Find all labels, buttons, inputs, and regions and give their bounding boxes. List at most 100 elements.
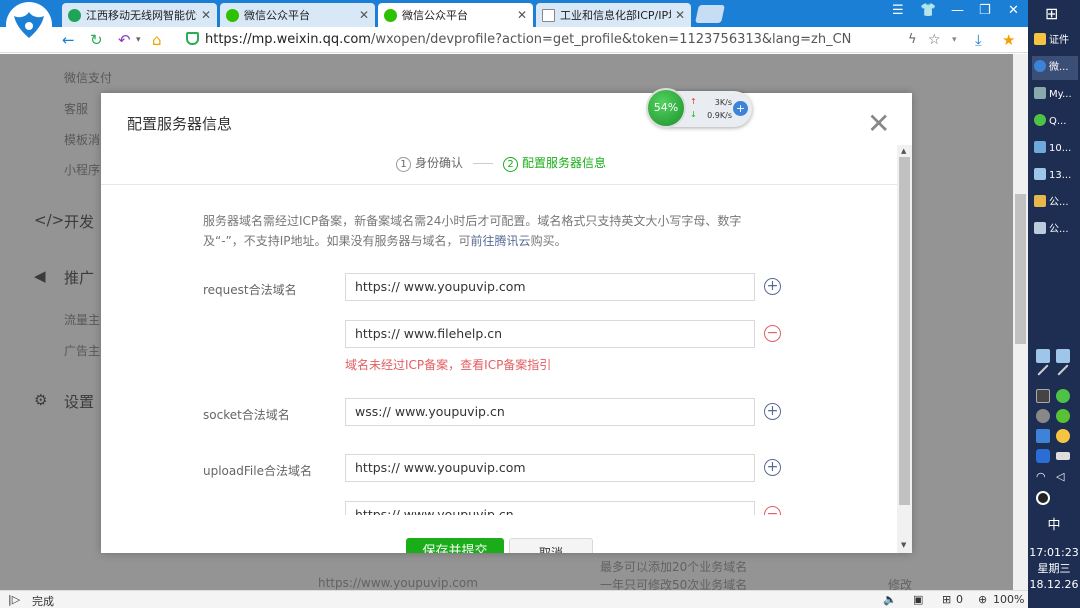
- tray-app-icon[interactable]: [1056, 349, 1070, 363]
- windows-taskbar: ⊞ 证件 微... My... Q... 10... 13... 公... 公.…: [1028, 0, 1080, 608]
- download-manager-icon[interactable]: ⊞: [942, 593, 951, 606]
- tray-security-icon[interactable]: [1056, 409, 1070, 423]
- tray-pen-icon[interactable]: [1037, 364, 1049, 376]
- menu-icon[interactable]: ☰: [892, 3, 904, 18]
- bluetooth-icon[interactable]: [1036, 449, 1050, 463]
- close-icon[interactable]: ✕: [867, 107, 890, 140]
- bookmark-star-icon[interactable]: ☆: [928, 30, 941, 50]
- undo-close-icon[interactable]: ↶: [118, 30, 131, 50]
- scroll-down-icon[interactable]: ▼: [901, 541, 906, 549]
- tab-close-icon[interactable]: ✕: [517, 8, 527, 22]
- download-count: 0: [956, 593, 963, 606]
- taskbar-item-10[interactable]: 10...: [1032, 137, 1078, 161]
- tray-usb-icon[interactable]: [1056, 452, 1070, 460]
- refresh-icon[interactable]: ↻: [90, 30, 103, 50]
- speaker-icon[interactable]: ◁: [1056, 470, 1064, 483]
- socket-domain-input-1[interactable]: wss:// www.youpuvip.cn: [345, 398, 755, 426]
- taskbar-item-my[interactable]: My...: [1032, 83, 1078, 107]
- tab-wechat-platform-2[interactable]: 微信公众平台 ✕: [378, 3, 533, 27]
- volume-icon[interactable]: 🔈: [883, 593, 897, 606]
- configure-server-dialog: 配置服务器信息 ✕ 1 身份确认 2 配置服务器信息 服务器域名需经过ICP备案，新…: [101, 93, 912, 553]
- tray-camera-icon[interactable]: [1036, 389, 1050, 403]
- upload-domain-label: uploadFile合法域名: [203, 464, 312, 478]
- memory-ball[interactable]: 54%: [646, 88, 686, 128]
- taskbar-item-gong-1[interactable]: 公...: [1032, 191, 1078, 215]
- sidebar-toggle-icon[interactable]: |▷: [8, 593, 20, 606]
- remove-circle-icon[interactable]: −: [764, 325, 781, 342]
- tab-close-icon[interactable]: ✕: [359, 8, 369, 22]
- tencent-cloud-link[interactable]: 前往腾讯云: [471, 234, 531, 248]
- skin-icon[interactable]: 👕: [920, 3, 936, 18]
- favorites-star-icon[interactable]: ★: [1002, 30, 1015, 50]
- taskbar-item-gong-2[interactable]: 公...: [1032, 218, 1078, 242]
- download-icon[interactable]: ⤓: [975, 30, 982, 50]
- browser-icon: [1034, 60, 1046, 72]
- remove-circle-icon[interactable]: −: [764, 506, 781, 515]
- taskbar-item-browser[interactable]: 微...: [1032, 56, 1078, 80]
- back-icon[interactable]: ←: [62, 30, 75, 50]
- upload-domain-input-1[interactable]: https:// www.youpuvip.com: [345, 454, 755, 482]
- minimize-icon[interactable]: —: [951, 3, 964, 18]
- tab-close-icon[interactable]: ✕: [675, 8, 685, 22]
- tab-wechat-platform-1[interactable]: 微信公众平台 ✕: [220, 3, 375, 27]
- home-icon[interactable]: ⌂: [152, 30, 162, 50]
- zoom-level[interactable]: 100%: [993, 593, 1024, 606]
- dialog-scrollbar[interactable]: ▲ ▼: [897, 145, 912, 553]
- icp-error-message[interactable]: 域名未经过ICP备案，查看ICP备案指引: [345, 356, 551, 373]
- accelerate-plus-icon[interactable]: +: [733, 101, 748, 116]
- taskbar-item-certificate[interactable]: 证件: [1032, 29, 1078, 53]
- download-speed: 0.9K/s: [707, 111, 732, 120]
- tab-strip: 江西移动无线网智能优化 ✕ 微信公众平台 ✕ 微信公众平台 ✕ 工业和信息化部I…: [0, 0, 1028, 48]
- scroll-up-icon[interactable]: ▲: [901, 147, 906, 155]
- tab-jiangxi-mobile[interactable]: 江西移动无线网智能优化 ✕: [62, 3, 217, 27]
- close-window-icon[interactable]: ✕: [1008, 3, 1019, 18]
- upload-domain-input-2[interactable]: https:// www.youpuvip.cn: [345, 501, 755, 515]
- taskbar-item-13[interactable]: 13...: [1032, 164, 1078, 188]
- tool-icon: [1034, 87, 1046, 99]
- network-speed-widget[interactable]: 54% ↑ 3K/s ↓ 0.9K/s +: [646, 88, 752, 128]
- status-bar: |▷ 完成 🔈 ▣ ⊞ 0 ⊕ 100%: [0, 590, 1028, 608]
- page-icon: [542, 8, 555, 22]
- dialog-body: 服务器域名需经过ICP备案，新备案域名需24小时后才可配置。域名格式只支持英文大…: [101, 185, 897, 515]
- tray-disk-icon[interactable]: [1036, 409, 1050, 423]
- qq-icon[interactable]: [1036, 491, 1050, 505]
- screenshot-icon[interactable]: ▣: [913, 593, 923, 606]
- tab-site-icon: [68, 8, 81, 22]
- chevron-down-icon[interactable]: ▾: [136, 30, 141, 50]
- cancel-button[interactable]: 取消: [509, 538, 593, 553]
- browser-logo-icon[interactable]: [6, 2, 52, 48]
- tray-plus-icon[interactable]: [1056, 429, 1070, 443]
- document-icon: [1034, 222, 1046, 234]
- address-bar[interactable]: https://mp.weixin.qq.com/wxopen/devprofi…: [186, 29, 886, 51]
- network-icon: [1034, 141, 1046, 153]
- restore-icon[interactable]: ❐: [979, 3, 991, 18]
- add-circle-icon[interactable]: +: [764, 403, 781, 420]
- new-tab-button[interactable]: [695, 5, 725, 23]
- wifi-icon[interactable]: ◠: [1036, 470, 1046, 483]
- taskbar-item-q[interactable]: Q...: [1032, 110, 1078, 134]
- tab-miit-icp[interactable]: 工业和信息化部ICP/IP地 ✕: [536, 3, 691, 27]
- page-scrollbar-thumb[interactable]: [1015, 194, 1026, 344]
- zoom-icon[interactable]: ⊕: [978, 593, 987, 606]
- page-scrollbar[interactable]: [1013, 54, 1028, 590]
- system-clock[interactable]: 17:01:23 星期三 18.12.26: [1028, 545, 1080, 593]
- add-circle-icon[interactable]: +: [764, 459, 781, 476]
- step-configure-server: 2 配置服务器信息: [503, 154, 606, 172]
- step-identity: 1 身份确认: [396, 154, 463, 172]
- request-domain-input-2[interactable]: https:// www.filehelp.cn: [345, 320, 755, 348]
- chevron-down-icon[interactable]: ▾: [952, 30, 957, 50]
- dialog-scrollbar-thumb[interactable]: [899, 157, 910, 505]
- lightning-icon[interactable]: ϟ: [908, 30, 917, 50]
- tab-close-icon[interactable]: ✕: [201, 8, 211, 22]
- save-submit-button[interactable]: 保存并提交: [406, 538, 504, 553]
- tray-app-icon[interactable]: [1036, 349, 1050, 363]
- tray-screen-icon[interactable]: [1036, 429, 1050, 443]
- windows-start-icon[interactable]: ⊞: [1045, 4, 1058, 23]
- add-circle-icon[interactable]: +: [764, 278, 781, 295]
- input-method-indicator[interactable]: 中: [1028, 514, 1080, 533]
- request-domain-input-1[interactable]: https:// www.youpuvip.com: [345, 273, 755, 301]
- tray-wechat-icon[interactable]: [1056, 389, 1070, 403]
- status-text: 完成: [32, 595, 54, 608]
- upload-speed: 3K/s: [714, 98, 732, 107]
- tray-pen-icon[interactable]: [1057, 364, 1069, 376]
